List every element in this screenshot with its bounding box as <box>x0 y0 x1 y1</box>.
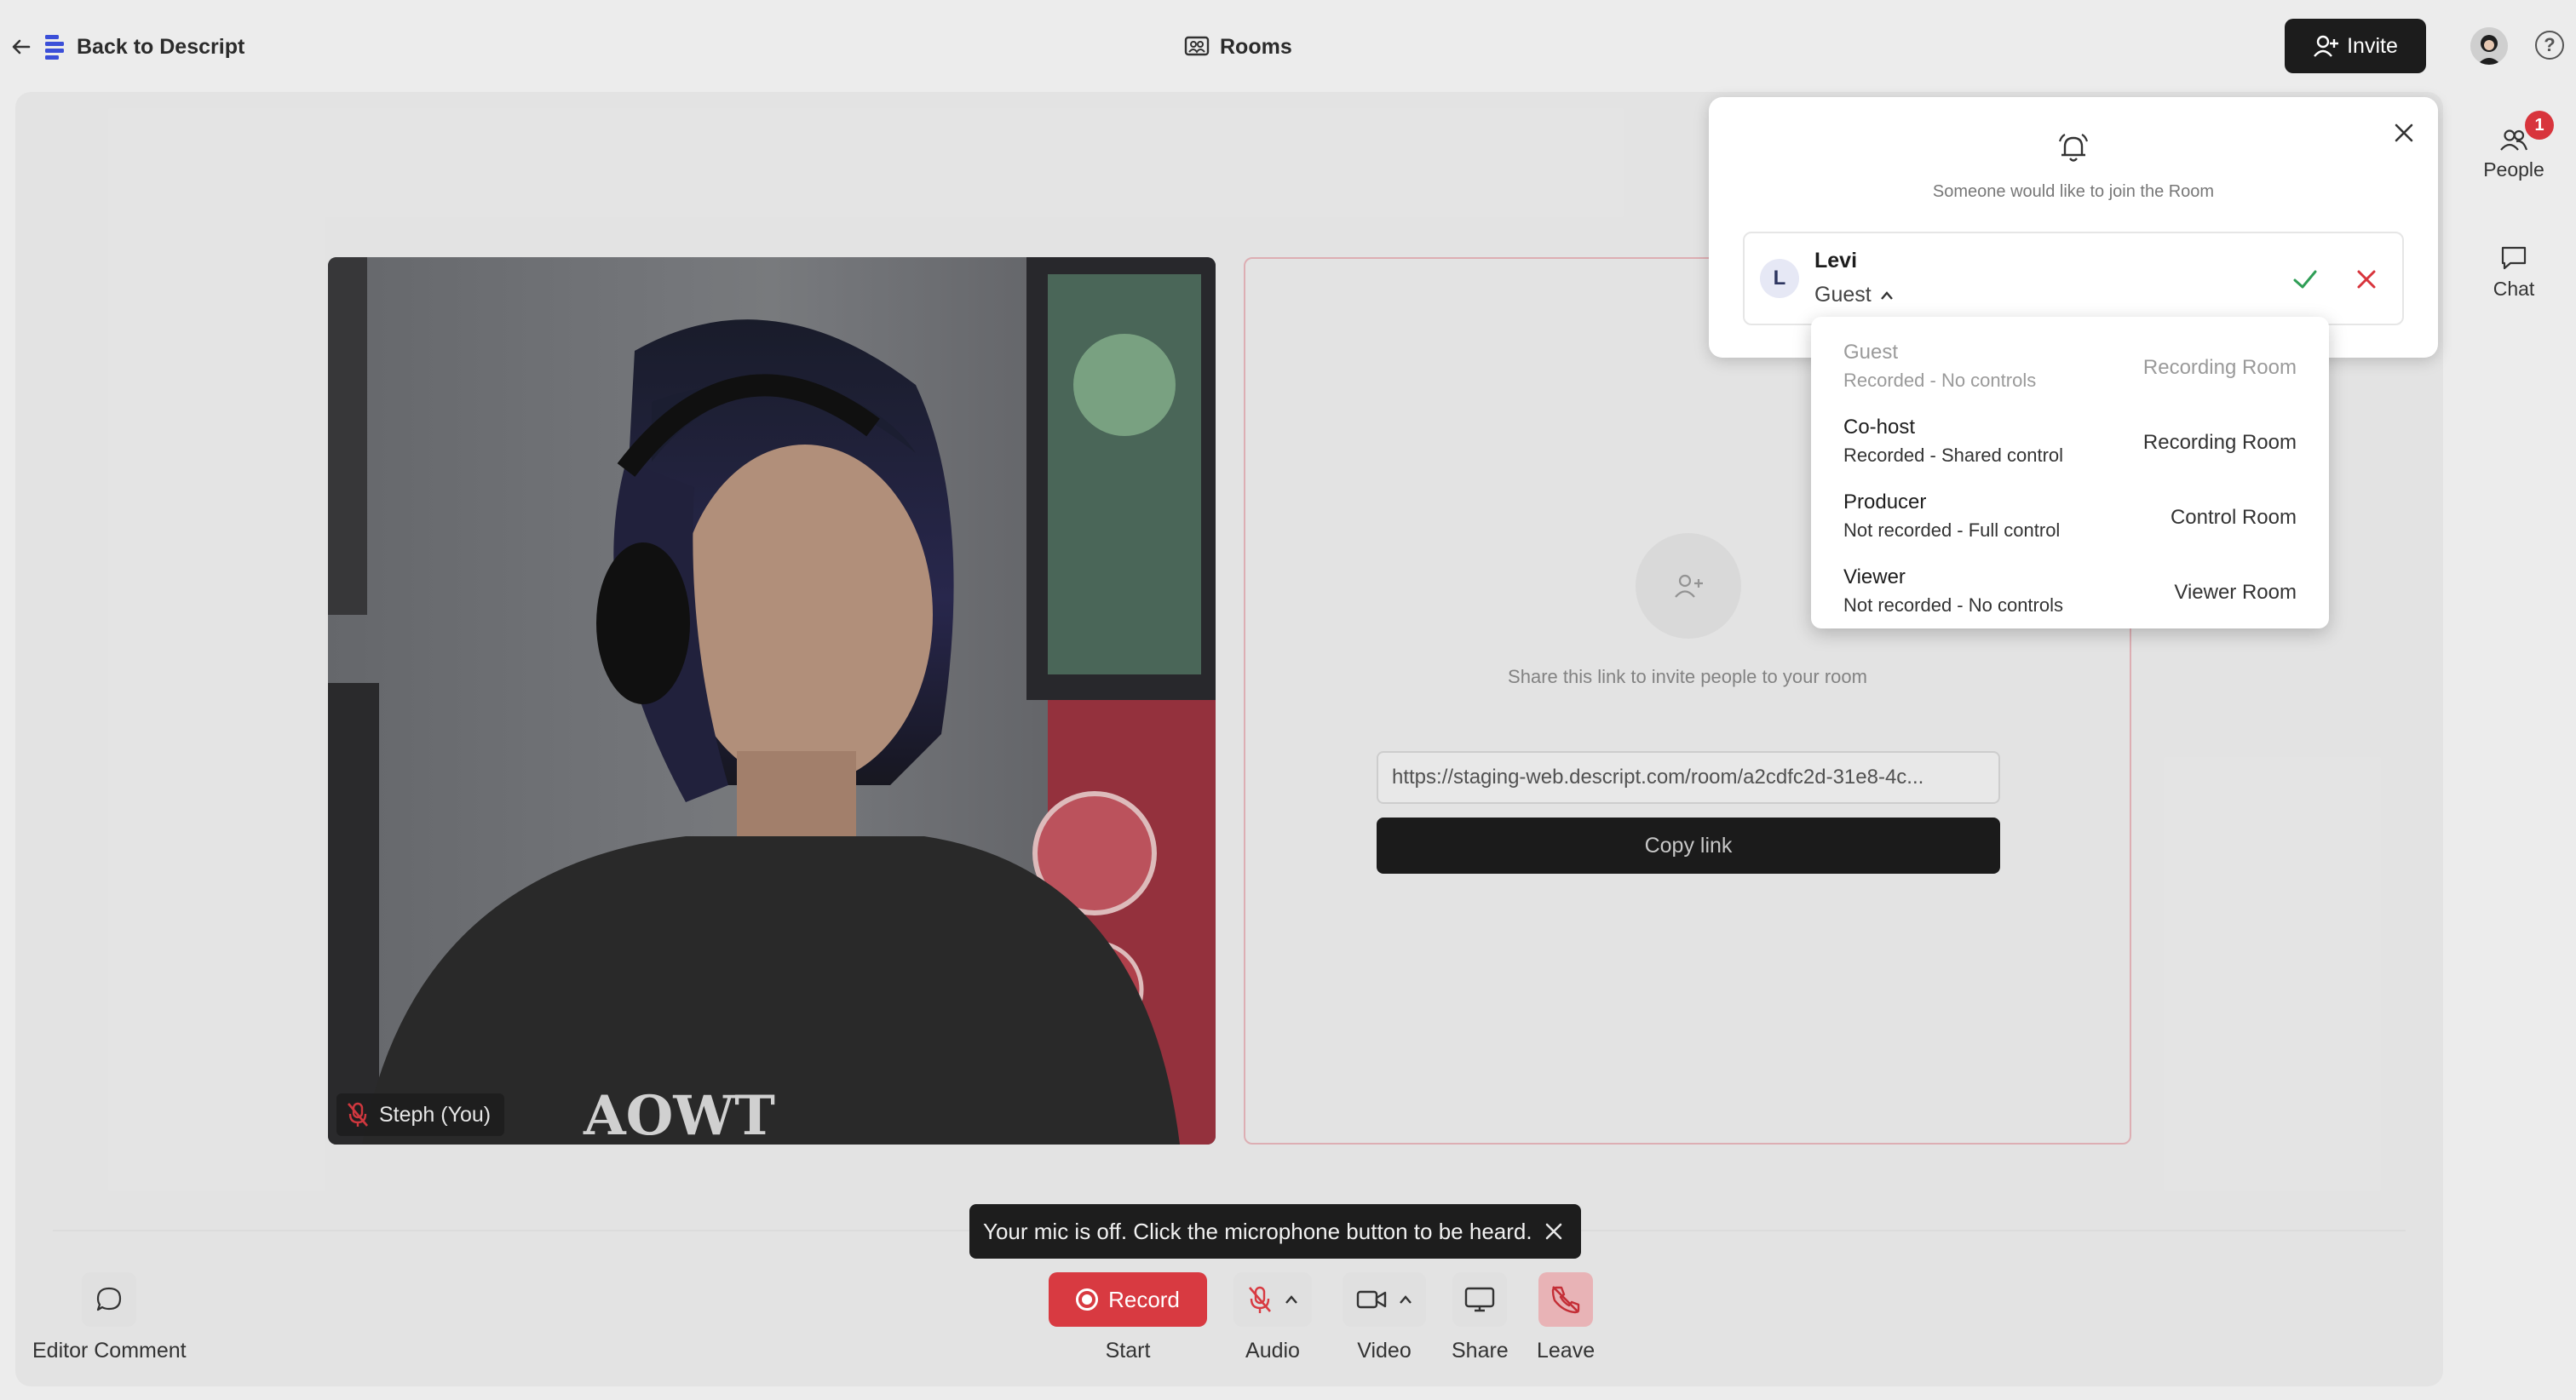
role-dropdown-menu: Guest Recorded - No controls Recording R… <box>1811 317 2329 628</box>
role-option-description: Not recorded - Full control <box>1843 519 2061 541</box>
record-control: Record Start <box>1049 1272 1207 1363</box>
back-link-label: Back to Descript <box>77 34 245 59</box>
role-option-room: Recording Room <box>2142 356 2297 379</box>
chevron-up-icon[interactable] <box>1285 1294 1298 1305</box>
editor-comment-icon-box <box>82 1272 137 1327</box>
user-avatar-image <box>2470 27 2508 65</box>
chevron-up-icon <box>1880 290 1893 300</box>
reject-x-icon[interactable] <box>2348 261 2385 298</box>
share-button[interactable] <box>1452 1272 1508 1327</box>
role-option-description: Recorded - Shared control <box>1843 445 2064 466</box>
share-label: Share <box>1452 1339 1509 1363</box>
editor-comment-label: Editor Comment <box>32 1339 187 1363</box>
invite-button-label: Invite <box>2347 33 2398 58</box>
comment-icon <box>97 1287 122 1311</box>
video-control: Video <box>1343 1272 1426 1363</box>
role-option-room: Recording Room <box>2142 431 2297 454</box>
role-option-name: Viewer <box>1843 565 1906 588</box>
chat-panel-button[interactable]: Chat <box>2467 245 2561 301</box>
role-option-name: Producer <box>1843 491 1927 514</box>
toast-message: Your mic is off. Click the microphone bu… <box>983 1218 1532 1244</box>
audio-control: Audio <box>1233 1272 1312 1363</box>
approve-check-icon[interactable] <box>2286 261 2324 298</box>
join-request-card: L Levi Guest <box>1743 232 2404 325</box>
start-label: Start <box>1105 1339 1151 1363</box>
chevron-up-icon[interactable] <box>1399 1294 1412 1305</box>
invite-button[interactable]: Invite <box>2285 19 2426 73</box>
hang-up-icon <box>1551 1286 1580 1314</box>
requester-avatar: L <box>1760 259 1799 298</box>
mic-off-icon <box>1249 1286 1271 1313</box>
people-notification-badge: 1 <box>2525 111 2554 140</box>
role-option-description: Not recorded - No controls <box>1843 594 2063 616</box>
people-panel-button[interactable]: 1 People <box>2467 111 2561 181</box>
chat-label: Chat <box>2493 278 2535 300</box>
arrow-left-icon <box>12 39 31 55</box>
screen-share-icon <box>1465 1287 1495 1312</box>
leave-label: Leave <box>1537 1339 1596 1363</box>
record-icon <box>1076 1288 1099 1311</box>
leave-button[interactable] <box>1538 1272 1594 1327</box>
role-option-name: Co-host <box>1843 416 1916 439</box>
people-icon <box>2500 129 2528 151</box>
role-option-name: Guest <box>1843 341 1899 364</box>
audio-label: Audio <box>1245 1339 1300 1363</box>
chat-icon <box>2501 246 2527 270</box>
video-label: Video <box>1357 1339 1412 1363</box>
editor-comment-button[interactable]: Editor Comment <box>32 1272 187 1363</box>
page-title-label: Rooms <box>1220 34 1292 59</box>
user-avatar[interactable] <box>2470 27 2508 65</box>
role-option-room: Viewer Room <box>2174 581 2297 604</box>
rooms-icon <box>1184 36 1210 56</box>
share-control: Share <box>1452 1272 1509 1363</box>
role-option-producer[interactable]: Producer Not recorded - Full control Con… <box>1811 479 2329 554</box>
top-bar: Back to Descript Rooms Invite ? <box>0 0 2576 89</box>
role-option-viewer[interactable]: Viewer Not recorded - No controls Viewer… <box>1811 554 2329 628</box>
leave-control: Leave <box>1537 1272 1595 1363</box>
role-option-co-host[interactable]: Co-host Recorded - Shared control Record… <box>1811 404 2329 479</box>
close-icon[interactable] <box>2389 118 2419 148</box>
descript-logo-icon <box>45 35 64 60</box>
record-button[interactable]: Record <box>1049 1272 1207 1327</box>
mic-off-toast: Your mic is off. Click the microphone bu… <box>969 1204 1581 1259</box>
add-person-icon <box>2314 35 2339 57</box>
page-title: Rooms <box>1184 26 1292 68</box>
requester-name: Levi <box>1814 249 1858 273</box>
audio-button[interactable] <box>1233 1272 1312 1327</box>
bell-icon <box>2058 134 2089 162</box>
help-icon[interactable]: ? <box>2535 31 2564 60</box>
selected-role-label: Guest <box>1814 283 1872 307</box>
role-option-guest[interactable]: Guest Recorded - No controls Recording R… <box>1811 329 2329 404</box>
join-request-message: Someone would like to join the Room <box>1932 182 2215 201</box>
close-icon[interactable] <box>1542 1219 1566 1243</box>
back-to-descript-link[interactable]: Back to Descript <box>9 26 244 68</box>
role-selector[interactable]: Guest <box>1814 283 1894 307</box>
people-label: People <box>2483 158 2544 181</box>
video-camera-icon <box>1356 1290 1387 1309</box>
record-button-label: Record <box>1108 1286 1180 1312</box>
video-button[interactable] <box>1343 1272 1426 1327</box>
role-option-description: Recorded - No controls <box>1843 370 2037 391</box>
role-option-room: Control Room <box>2170 506 2297 529</box>
